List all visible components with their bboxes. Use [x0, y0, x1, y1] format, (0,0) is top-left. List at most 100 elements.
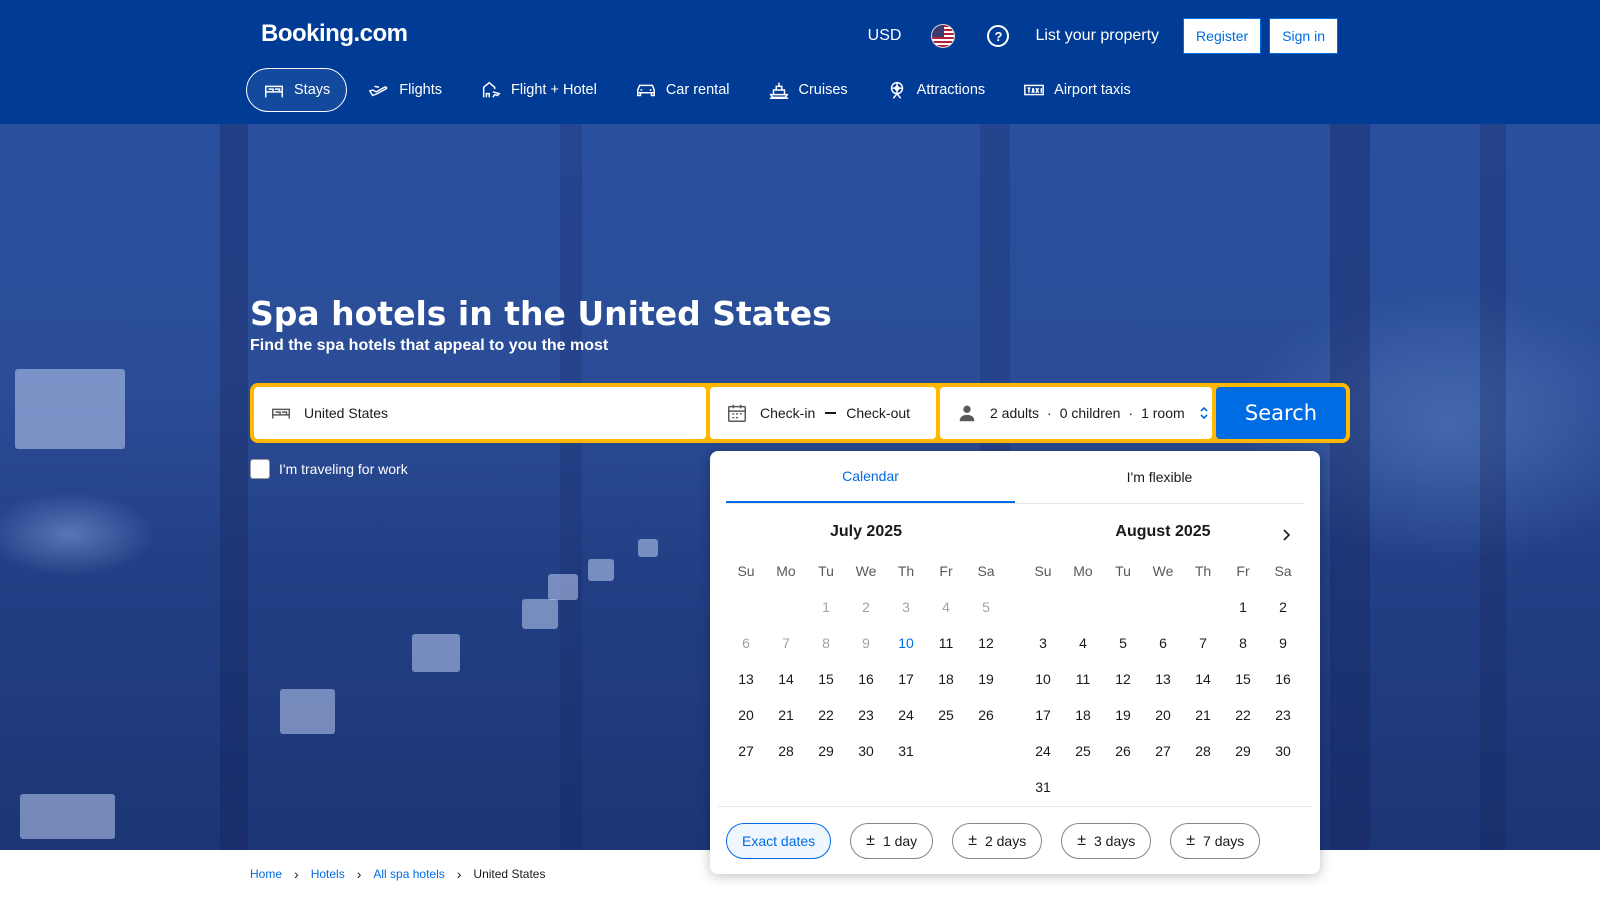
calendar-day[interactable]: 28 — [1183, 733, 1223, 769]
nav-cruises[interactable]: Cruises — [751, 68, 865, 112]
tab-calendar[interactable]: Calendar — [726, 451, 1015, 503]
occupancy-field[interactable]: 2 adults · 0 children · 1 room — [940, 387, 1212, 439]
tab-flexible[interactable]: I'm flexible — [1015, 451, 1304, 503]
breadcrumb-hotels[interactable]: Hotels — [311, 867, 345, 881]
month-title: July 2025 — [829, 523, 903, 540]
booking-logo[interactable]: Booking.com — [261, 20, 408, 48]
calendar-day[interactable]: 28 — [766, 733, 806, 769]
calendar-day[interactable]: 26 — [1103, 733, 1143, 769]
flex-chip[interactable]: ±3 days — [1061, 823, 1152, 859]
nav-car-rental[interactable]: Car rental — [618, 68, 747, 112]
flex-chip[interactable]: ±2 days — [952, 823, 1043, 859]
nav-airport-taxis[interactable]: Airport taxis — [1006, 68, 1148, 112]
list-property-link[interactable]: List your property — [1023, 27, 1171, 45]
search-button[interactable]: Search — [1216, 387, 1346, 439]
plus-minus-icon: ± — [1077, 832, 1086, 849]
work-travel-toggle[interactable]: I'm traveling for work — [250, 459, 408, 479]
calendar-day[interactable]: 18 — [926, 661, 966, 697]
calendar-day[interactable]: 2 — [1263, 589, 1303, 625]
calendar-day[interactable]: 12 — [966, 625, 1006, 661]
calendar-day[interactable]: 21 — [766, 697, 806, 733]
nav-flight-hotel[interactable]: Flight + Hotel — [463, 68, 614, 112]
calendar-day: 2 — [862, 599, 870, 615]
date-picker-field[interactable]: Check-in Check-out — [710, 387, 936, 439]
calendar-day[interactable]: 11 — [1063, 661, 1103, 697]
breadcrumb-home[interactable]: Home — [250, 867, 282, 881]
calendar-day[interactable]: 27 — [1143, 733, 1183, 769]
help-icon[interactable]: ? — [987, 25, 1010, 47]
calendar-day[interactable]: 4 — [1063, 625, 1103, 661]
ship-icon — [768, 79, 790, 101]
calendar-day[interactable]: 11 — [926, 625, 966, 661]
calendar-day[interactable]: 13 — [1143, 661, 1183, 697]
calendar-day[interactable]: 29 — [806, 733, 846, 769]
calendar-day[interactable]: 31 — [1023, 769, 1063, 805]
calendar-day[interactable]: 21 — [1183, 697, 1223, 733]
calendar-day[interactable]: 16 — [846, 661, 886, 697]
calendar-day[interactable]: 31 — [886, 733, 926, 769]
empty-cell — [1023, 589, 1063, 625]
calendar-day[interactable]: 20 — [1143, 697, 1183, 733]
work-travel-checkbox[interactable] — [250, 459, 270, 479]
calendar-popup: Calendar I'm flexible July 2025 Su Mo Tu We… — [710, 451, 1320, 874]
calendar-day[interactable]: 16 — [1263, 661, 1303, 697]
calendar-day[interactable]: 10 — [886, 625, 926, 661]
flex-chip[interactable]: ±7 days — [1170, 823, 1261, 859]
calendar-day[interactable]: 10 — [1023, 661, 1063, 697]
calendar-day[interactable]: 14 — [766, 661, 806, 697]
empty-cell — [1143, 589, 1183, 625]
calendar-day: 1 — [822, 599, 830, 615]
calendar-day[interactable]: 20 — [726, 697, 766, 733]
calendar-day[interactable]: 27 — [726, 733, 766, 769]
calendar-day[interactable]: 22 — [1223, 697, 1263, 733]
calendar-day[interactable]: 25 — [1063, 733, 1103, 769]
next-month-chevron-icon[interactable] — [1276, 525, 1296, 545]
calendar-day[interactable]: 18 — [1063, 697, 1103, 733]
calendar-day[interactable]: 5 — [1103, 625, 1143, 661]
calendar-day[interactable]: 9 — [1263, 625, 1303, 661]
calendar-day[interactable]: 13 — [726, 661, 766, 697]
nav-flights[interactable]: Flights — [351, 68, 459, 112]
us-flag-icon[interactable] — [931, 24, 956, 48]
calendar-day[interactable]: 19 — [966, 661, 1006, 697]
calendar-day[interactable]: 17 — [886, 661, 926, 697]
breadcrumb-spa-hotels[interactable]: All spa hotels — [373, 867, 444, 881]
calendar-day[interactable]: 14 — [1183, 661, 1223, 697]
calendar-day[interactable]: 17 — [1023, 697, 1063, 733]
calendar-day[interactable]: 26 — [966, 697, 1006, 733]
calendar-day[interactable]: 15 — [1223, 661, 1263, 697]
calendar-day[interactable]: 30 — [1263, 733, 1303, 769]
calendar-day[interactable]: 24 — [886, 697, 926, 733]
calendar-day[interactable]: 12 — [1103, 661, 1143, 697]
calendar-day: 5 — [982, 599, 990, 615]
weekday-header: We — [855, 563, 877, 579]
calendar-day[interactable]: 6 — [1143, 625, 1183, 661]
calendar-day[interactable]: 30 — [846, 733, 886, 769]
chip-label: 1 day — [882, 833, 918, 849]
calendar-day[interactable]: 8 — [1223, 625, 1263, 661]
flex-chip[interactable]: ±1 day — [850, 823, 934, 859]
calendar-day[interactable]: 23 — [846, 697, 886, 733]
header-actions: USD ? List your property Register Sign i… — [856, 18, 1338, 54]
register-button[interactable]: Register — [1183, 18, 1262, 54]
calendar-day[interactable]: 15 — [806, 661, 846, 697]
nav-stays[interactable]: Stays — [246, 68, 348, 112]
calendar-day[interactable]: 29 — [1223, 733, 1263, 769]
nav-attractions[interactable]: Attractions — [869, 68, 1003, 112]
car-icon — [635, 79, 657, 101]
flex-chip[interactable]: Exact dates — [726, 823, 832, 859]
plus-minus-icon: ± — [866, 832, 875, 849]
calendar-day[interactable]: 3 — [1023, 625, 1063, 661]
sign-in-button[interactable]: Sign in — [1269, 18, 1338, 54]
calendar-day[interactable]: 22 — [806, 697, 846, 733]
calendar-day[interactable]: 7 — [1183, 625, 1223, 661]
chevron-right-icon: › — [356, 866, 362, 882]
calendar-day[interactable]: 1 — [1223, 589, 1263, 625]
calendar-day[interactable]: 23 — [1263, 697, 1303, 733]
destination-input[interactable]: United States — [254, 387, 706, 439]
calendar-day[interactable]: 19 — [1103, 697, 1143, 733]
chevron-right-icon: › — [294, 866, 299, 882]
calendar-day[interactable]: 24 — [1023, 733, 1063, 769]
calendar-day[interactable]: 25 — [926, 697, 966, 733]
currency-selector[interactable]: USD — [856, 27, 914, 45]
